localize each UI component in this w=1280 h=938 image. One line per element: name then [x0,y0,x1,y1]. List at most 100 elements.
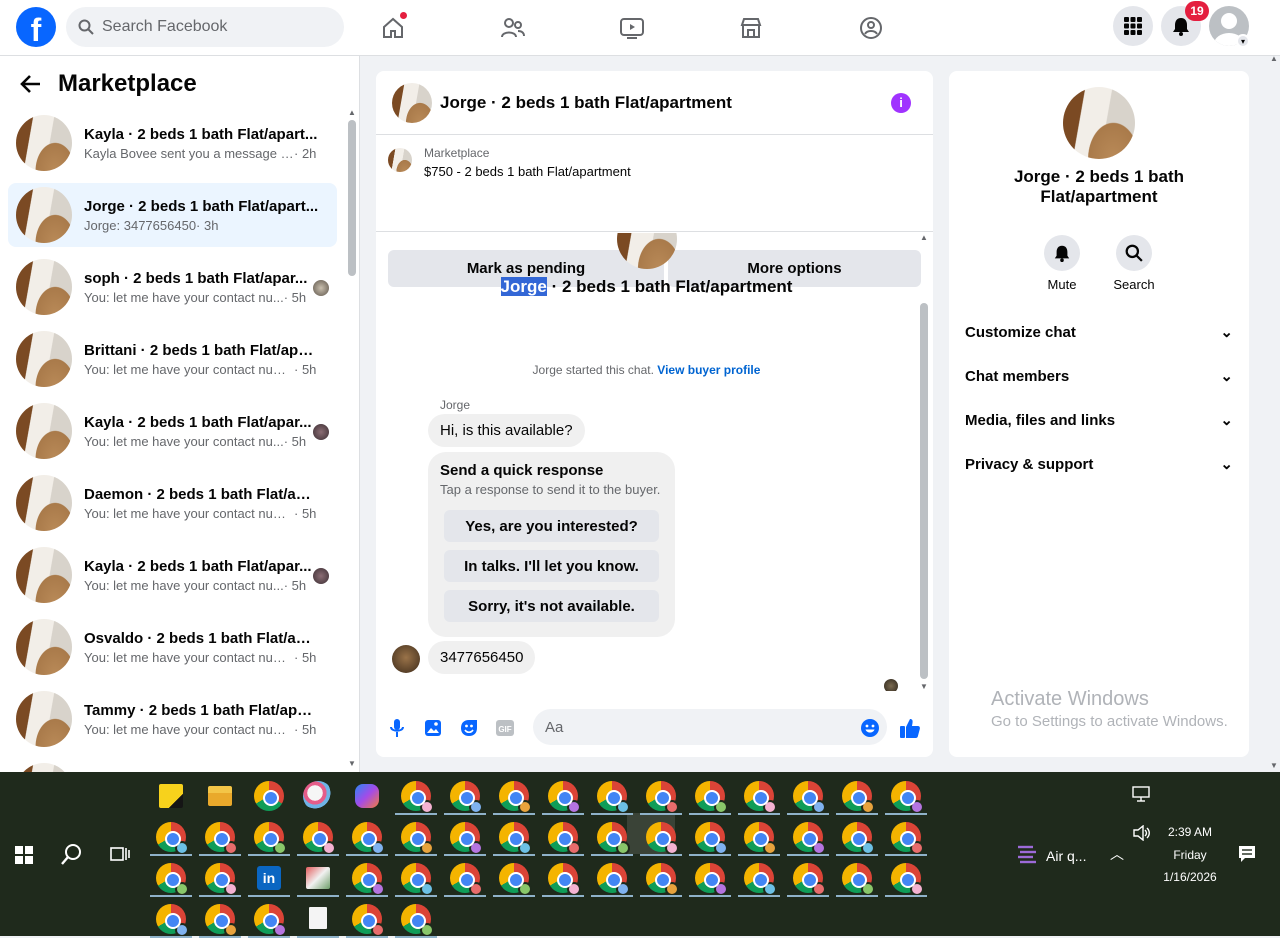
chrome-profile-icon[interactable] [401,904,434,937]
mute-button[interactable]: Mute [1032,235,1092,292]
chrome-profile-icon[interactable] [891,863,924,896]
chevron-up-icon[interactable]: ︿ [1110,844,1124,864]
chrome-profile-icon[interactable] [156,822,189,855]
chrome-profile-icon[interactable] [793,822,826,855]
message-input[interactable] [533,709,887,745]
chrome-profile-icon[interactable] [891,781,924,814]
clock-time[interactable]: 2:39 AM [1150,825,1230,839]
chrome-profile-icon[interactable] [254,904,287,937]
chrome-profile-icon[interactable] [499,781,532,814]
photo-icon[interactable] [422,717,444,739]
chrome-profile-icon[interactable] [793,863,826,896]
media-files-links-section[interactable]: Media, files and links ⌄ [965,405,1233,435]
chrome-profile-icon[interactable] [450,822,483,855]
chrome-profile-icon[interactable] [205,904,238,937]
chrome-profile-icon[interactable] [352,822,385,855]
chrome-profile-icon[interactable] [352,863,385,896]
chrome-profile-icon[interactable] [842,863,875,896]
nav-friends[interactable] [493,8,533,48]
customize-chat-section[interactable]: Customize chat ⌄ [965,317,1233,347]
nav-video[interactable] [612,8,652,48]
chrome-profile-icon[interactable] [597,863,630,896]
chrome-profile-icon[interactable] [646,863,679,896]
chat-members-section[interactable]: Chat members ⌄ [965,361,1233,391]
listing-thumbnail[interactable] [392,82,432,123]
document-icon[interactable] [309,907,327,929]
conversation-item[interactable]: Brittani · 2 beds 1 bath Flat/apar... You… [8,327,337,391]
chrome-profile-icon[interactable] [842,822,875,855]
chrome-profile-icon[interactable] [842,781,875,814]
conversation-item[interactable]: Kayla · 2 beds 1 bath Flat/apar... You: l… [8,543,337,607]
paint-icon[interactable] [303,781,333,811]
gif-icon[interactable]: GIF [494,717,516,739]
message-bubble[interactable]: Hi, is this available? [428,414,585,447]
chrome-profile-icon[interactable] [548,781,581,814]
chrome-profile-icon[interactable] [401,863,434,896]
chrome-profile-icon[interactable] [597,781,630,814]
conversation-item[interactable]: Jorge · 2 beds 1 bath Flat/apart... Jorge… [8,183,337,247]
clock-date[interactable]: 1/16/2026 [1150,870,1230,884]
chrome-profile-icon[interactable] [352,904,385,937]
clock-day[interactable]: Friday [1150,848,1230,862]
chevron-down-icon[interactable]: ▾ [1236,34,1250,48]
listing-photo-large[interactable] [1063,87,1135,159]
sticky-notes-icon[interactable] [159,784,183,808]
quick-reply-button[interactable]: Yes, are you interested? [444,510,659,542]
action-center-icon[interactable] [1238,845,1256,863]
chrome-profile-icon[interactable] [646,781,679,814]
sticker-icon[interactable] [458,717,480,739]
chrome-profile-icon[interactable] [205,822,238,855]
nav-groups[interactable] [851,8,891,48]
chrome-profile-icon[interactable] [695,781,728,814]
chrome-profile-icon[interactable] [156,904,189,937]
quick-reply-button[interactable]: Sorry, it's not available. [444,590,659,622]
microphone-icon[interactable] [386,717,408,739]
chrome-profile-icon[interactable] [450,863,483,896]
search-in-chat-button[interactable]: Search [1104,235,1164,292]
chrome-profile-icon[interactable] [205,863,238,896]
conversation-item[interactable]: Kayla · 2 beds 1 bath Flat/apar... You: l… [8,399,337,463]
facebook-logo[interactable]: f [16,7,56,47]
chrome-profile-icon[interactable] [597,822,630,855]
chrome-profile-icon[interactable] [744,863,777,896]
chrome-profile-icon[interactable] [548,822,581,855]
windows-start-icon[interactable] [15,846,33,864]
linkedin-icon[interactable]: in [257,866,281,890]
chrome-icon[interactable] [254,781,284,811]
sender-avatar[interactable] [392,645,420,673]
chrome-profile-icon[interactable] [744,781,777,814]
conversation-item[interactable]: Kayla · 2 beds 1 bath Flat/apart... Kayla… [8,111,337,175]
search-bar[interactable] [66,7,344,47]
volume-icon[interactable] [1133,825,1151,841]
chrome-profile-icon[interactable] [891,822,924,855]
network-icon[interactable] [1132,786,1150,802]
conversation-item[interactable]: Osvaldo · 2 beds 1 bath Flat/apa... You: … [8,615,337,679]
copilot-icon[interactable] [355,784,379,808]
chrome-profile-icon[interactable] [695,822,728,855]
chrome-profile-icon[interactable] [646,822,679,855]
chrome-profile-icon[interactable] [695,863,728,896]
chrome-profile-icon[interactable] [548,863,581,896]
search-icon[interactable] [61,843,83,865]
page-scrollbar[interactable]: ▲ ▼ [1267,54,1280,772]
message-thread-scrollbar[interactable]: ▲ ▼ [919,233,929,691]
chrome-profile-icon[interactable] [401,822,434,855]
chrome-profile-icon[interactable] [156,863,189,896]
chrome-profile-icon[interactable] [401,781,434,814]
quick-reply-button[interactable]: In talks. I'll let you know. [444,550,659,582]
chrome-profile-icon[interactable] [744,822,777,855]
search-input[interactable] [102,18,322,36]
listing-thumbnail-small[interactable] [388,148,412,172]
chat-title[interactable]: Jorge · 2 beds 1 bath Flat/apartment [440,93,732,113]
chrome-profile-icon[interactable] [254,822,287,855]
weather-label[interactable]: Air q... [1046,848,1086,864]
conversation-item[interactable]: soph · 2 beds 1 bath Flat/apar... You: le… [8,255,337,319]
emoji-icon[interactable] [859,717,881,739]
menu-button[interactable] [1113,6,1153,46]
back-arrow-icon[interactable] [20,73,42,95]
photo-viewer-icon[interactable] [306,867,330,889]
air-quality-icon[interactable] [1015,842,1039,866]
message-bubble[interactable]: 3477656450 [428,641,536,674]
task-view-icon[interactable] [110,845,130,863]
thumbs-up-icon[interactable] [899,717,921,739]
